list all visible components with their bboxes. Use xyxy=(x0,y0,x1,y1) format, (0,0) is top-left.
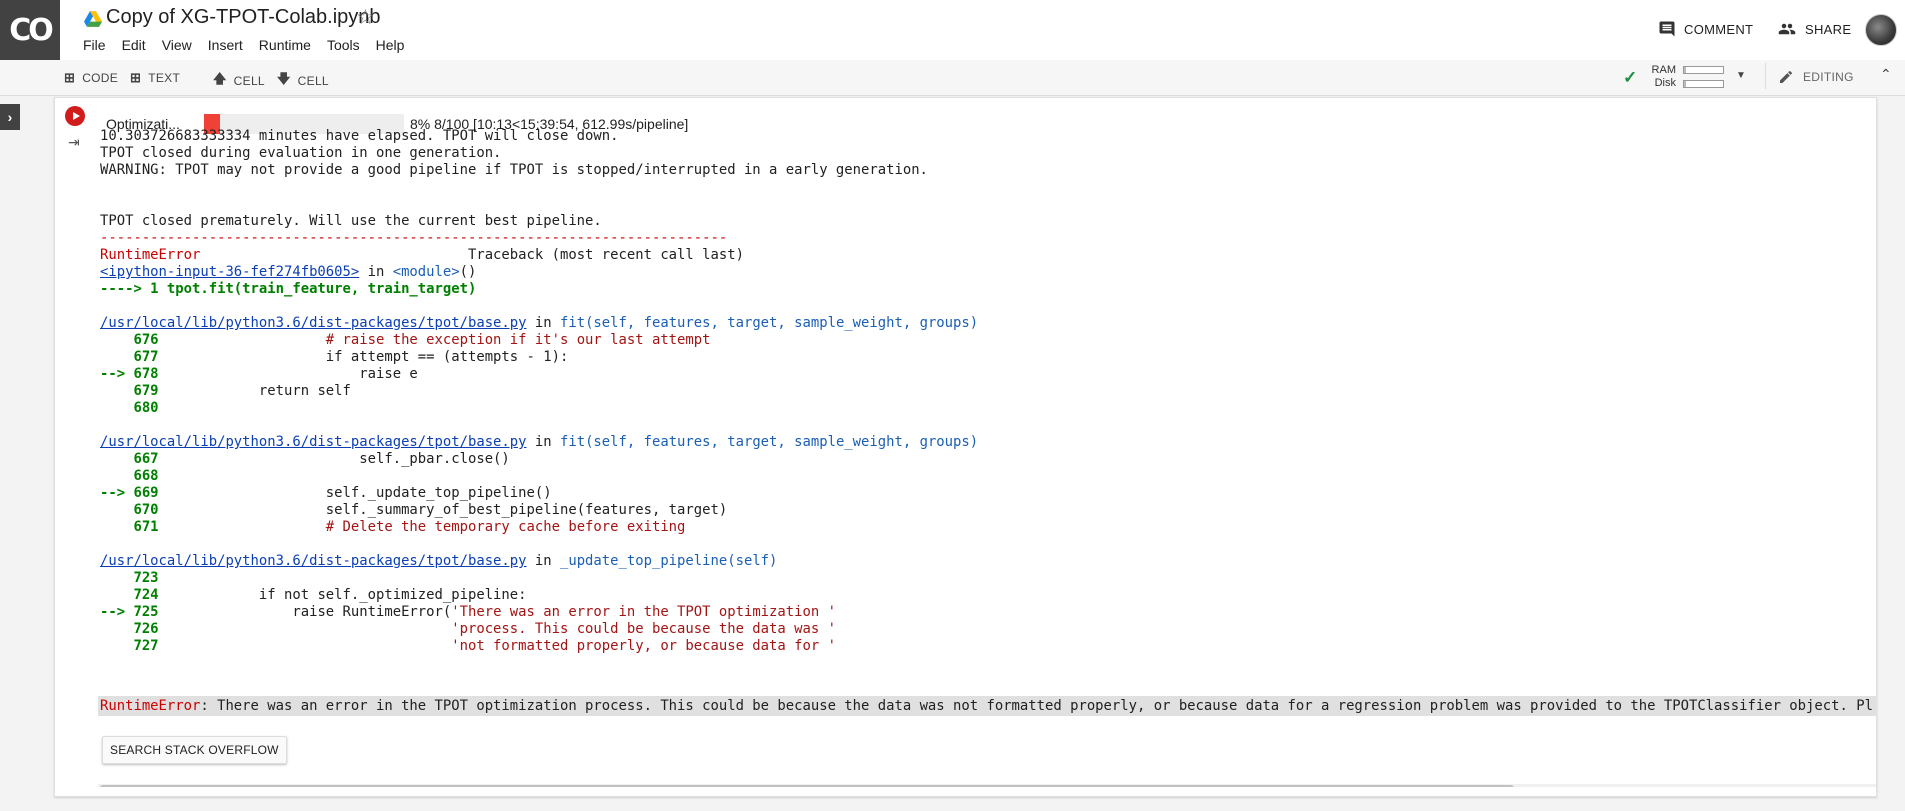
add-code-button[interactable]: ⊞ CODE xyxy=(64,70,118,86)
traceback-input-link[interactable]: <ipython-input-36-fef274fb0605> xyxy=(100,264,359,280)
scrollbar-thumb[interactable] xyxy=(100,785,1514,787)
toolbar-divider xyxy=(1765,63,1766,89)
resources-dropdown-icon[interactable]: ▼ xyxy=(1736,70,1746,81)
sidebar-toggle-icon[interactable]: › xyxy=(0,104,20,130)
disk-usage-bar xyxy=(1683,80,1724,88)
menu-bar: File Edit View Insert Runtime Tools Help xyxy=(83,37,420,53)
menu-file[interactable]: File xyxy=(83,37,106,53)
move-cell-down-button[interactable]: 🡇 CELL xyxy=(277,70,329,92)
add-text-button[interactable]: ⊞ TEXT xyxy=(130,70,180,86)
menu-runtime[interactable]: Runtime xyxy=(259,37,311,53)
arrow-down-icon: 🡇 xyxy=(277,71,291,86)
comment-label: COMMENT xyxy=(1684,21,1754,37)
google-drive-icon xyxy=(84,11,102,27)
account-avatar[interactable] xyxy=(1865,14,1897,46)
menu-tools[interactable]: Tools xyxy=(327,37,360,53)
move-cell-up-button[interactable]: 🡅 CELL xyxy=(213,70,265,92)
editing-mode-button[interactable]: EDITING xyxy=(1765,63,1854,89)
traceback-file-link-1[interactable]: /usr/local/lib/python3.6/dist-packages/t… xyxy=(100,315,527,331)
pencil-icon xyxy=(1780,70,1793,83)
search-stack-overflow-button[interactable]: SEARCH STACK OVERFLOW xyxy=(102,736,287,764)
resource-labels[interactable]: RAM Disk xyxy=(1646,64,1676,90)
plus-box-icon: ⊞ xyxy=(130,70,142,85)
menu-edit[interactable]: Edit xyxy=(122,37,146,53)
share-button[interactable]: SHARE xyxy=(1777,20,1851,38)
comment-icon xyxy=(1659,21,1675,37)
traceback-file-link-3[interactable]: /usr/local/lib/python3.6/dist-packages/t… xyxy=(100,553,527,569)
menu-insert[interactable]: Insert xyxy=(208,37,243,53)
output-menu-icon[interactable]: ⇥ xyxy=(68,134,80,151)
menu-view[interactable]: View xyxy=(162,37,192,53)
traceback-file-link-2[interactable]: /usr/local/lib/python3.6/dist-packages/t… xyxy=(100,434,527,450)
arrow-up-icon: 🡅 xyxy=(213,71,227,86)
run-cell-button[interactable] xyxy=(65,106,85,126)
ram-usage-fill xyxy=(1684,67,1686,73)
star-icon[interactable]: ☆ xyxy=(356,5,375,30)
colab-logo[interactable]: CO xyxy=(0,0,60,60)
menu-help[interactable]: Help xyxy=(376,37,405,53)
collapse-header-icon[interactable]: ⌃ xyxy=(1880,66,1892,83)
header: CO Copy of XG-TPOT-Colab.ipynb ☆ File Ed… xyxy=(0,0,1905,60)
notebook-title[interactable]: Copy of XG-TPOT-Colab.ipynb xyxy=(106,6,381,29)
final-error-line: RuntimeError: There was an error in the … xyxy=(98,696,1876,716)
plus-box-icon: ⊞ xyxy=(64,70,76,85)
ram-usage-bar xyxy=(1683,66,1724,74)
share-label: SHARE xyxy=(1805,21,1852,37)
people-icon xyxy=(1778,23,1796,35)
comment-button[interactable]: COMMENT xyxy=(1658,20,1753,38)
connected-check-icon: ✓ xyxy=(1623,68,1638,87)
disk-usage-fill xyxy=(1684,81,1686,87)
output-text: 10.303726683333334 minutes have elapsed.… xyxy=(100,128,979,654)
horizontal-scrollbar[interactable] xyxy=(98,784,1876,787)
toolbar: ⊞ CODE ⊞ TEXT 🡅 CELL 🡇 CELL xyxy=(0,60,1905,96)
cell-output: Optimizati... 8% 8/100 [10:13<15:39:54, … xyxy=(98,104,1876,787)
